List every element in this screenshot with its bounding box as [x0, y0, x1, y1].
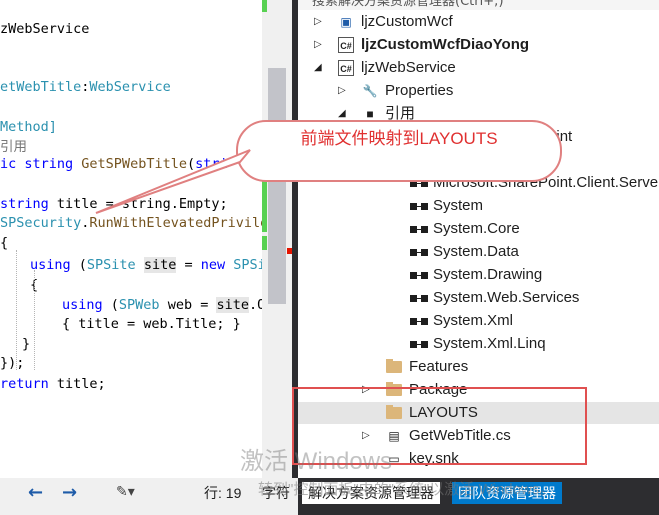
- navigate-forward-button[interactable]: →: [62, 482, 77, 503]
- activation-watermark-title: 激活 Windows: [240, 448, 393, 475]
- status-bar: [0, 478, 298, 515]
- line-indicator: 行: 19: [204, 485, 242, 501]
- navigate-back-button[interactable]: ←: [28, 482, 43, 503]
- callout-pointer: [95, 149, 251, 214]
- activation-watermark-text: 转到"控制面板"中的"系统"以激活 Windows。: [258, 481, 555, 498]
- brush-dropdown-icon[interactable]: ✎▾: [116, 484, 135, 500]
